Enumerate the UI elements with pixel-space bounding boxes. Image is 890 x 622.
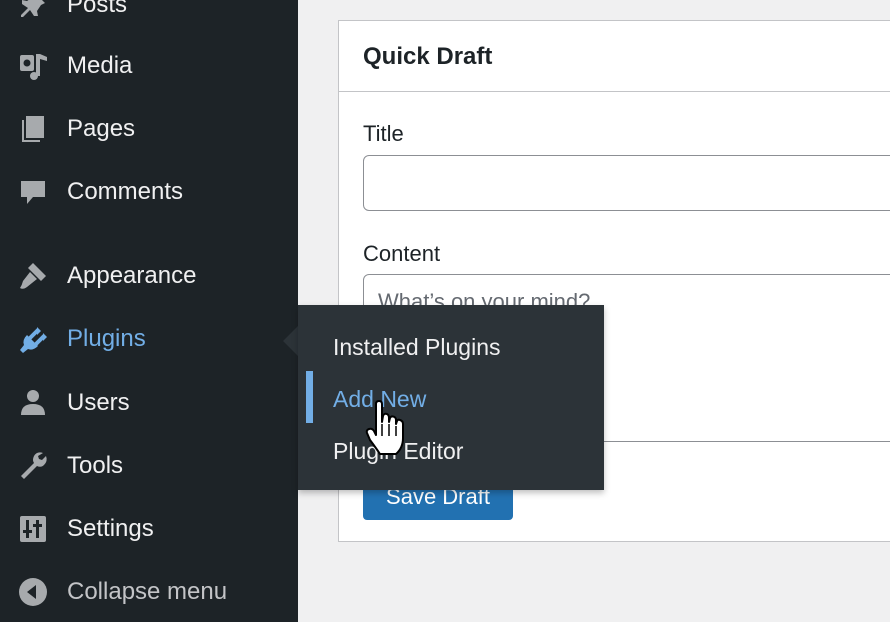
wrench-icon xyxy=(16,449,50,483)
plugin-icon xyxy=(16,322,50,356)
title-label: Title xyxy=(363,121,404,146)
content-label: Content xyxy=(363,241,441,266)
title-input[interactable] xyxy=(363,155,890,211)
media-icon xyxy=(16,49,50,83)
flyout-item-installed-plugins[interactable]: Installed Plugins xyxy=(298,323,604,371)
hand-pointer-cursor-icon xyxy=(365,400,404,455)
flyout-item-add-new[interactable]: Add New xyxy=(298,371,604,423)
flyout-arrow xyxy=(283,326,298,356)
sidebar-item-tools[interactable]: Tools xyxy=(0,440,298,492)
sidebar-item-label: Media xyxy=(67,52,133,79)
pages-icon xyxy=(16,112,50,146)
sidebar-item-settings[interactable]: Settings xyxy=(0,503,298,555)
collapse-menu-label: Collapse menu xyxy=(67,578,228,605)
flyout-item-label: Installed Plugins xyxy=(333,333,501,360)
collapse-arrow-icon xyxy=(16,575,50,609)
sidebar-item-label: Posts xyxy=(67,0,128,18)
sidebar-item-label: Pages xyxy=(67,115,136,142)
paintbrush-icon xyxy=(16,259,50,293)
comments-icon xyxy=(16,175,50,209)
collapse-menu-button[interactable]: Collapse menu xyxy=(0,566,298,618)
sidebar-item-pages[interactable]: Pages xyxy=(0,103,298,155)
sidebar-item-media[interactable]: Media xyxy=(0,40,298,92)
sidebar-item-label: Comments xyxy=(67,178,184,205)
sidebar-item-users[interactable]: Users xyxy=(0,377,298,429)
panel-header: Quick Draft xyxy=(339,21,890,92)
flyout-item-plugin-editor[interactable]: Plugin Editor xyxy=(298,427,604,475)
sidebar-item-label: Users xyxy=(67,389,130,416)
pin-icon xyxy=(16,0,50,22)
sidebar-item-label: Plugins xyxy=(67,325,146,352)
current-indicator xyxy=(306,371,313,423)
sidebar-item-label: Settings xyxy=(67,515,154,542)
user-icon xyxy=(16,386,50,420)
admin-sidebar: Posts Media Pages Comments Appearance Pl… xyxy=(0,0,298,622)
sidebar-item-plugins[interactable]: Plugins xyxy=(0,313,298,365)
panel-title: Quick Draft xyxy=(363,43,493,70)
sidebar-item-label: Appearance xyxy=(67,262,197,289)
settings-icon xyxy=(16,512,50,546)
sidebar-item-posts[interactable]: Posts xyxy=(0,0,298,31)
sidebar-item-comments[interactable]: Comments xyxy=(0,166,298,218)
sidebar-item-label: Tools xyxy=(67,452,124,479)
plugins-flyout-menu: Installed Plugins Add New Plugin Editor xyxy=(298,305,604,490)
sidebar-item-appearance[interactable]: Appearance xyxy=(0,250,298,302)
